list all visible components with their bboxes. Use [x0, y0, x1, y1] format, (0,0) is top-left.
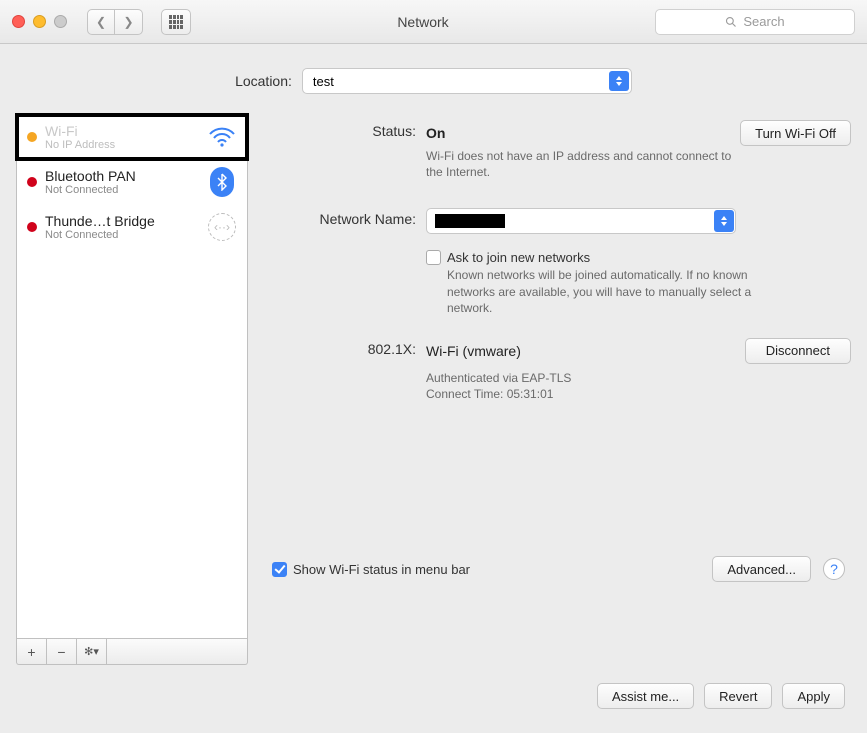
thunderbolt-icon: ‹··› [207, 213, 237, 241]
nav-buttons: ❮ ❯ [87, 9, 143, 35]
minimize-icon[interactable] [33, 15, 46, 28]
interface-options-button[interactable]: ✻▾ [77, 639, 107, 665]
back-button[interactable]: ❮ [87, 9, 115, 35]
bluetooth-icon [207, 167, 237, 197]
close-icon[interactable] [12, 15, 25, 28]
eap-label: 802.1X: [266, 338, 426, 357]
titlebar: ❮ ❯ Network Search [0, 0, 867, 44]
wifi-toggle-button[interactable]: Turn Wi-Fi Off [740, 120, 851, 146]
action-bar: Assist me... Revert Apply [10, 665, 857, 709]
bottom-bar: Show Wi-Fi status in menu bar Advanced..… [266, 556, 851, 582]
traffic-lights [12, 15, 67, 28]
location-label: Location: [235, 73, 292, 89]
location-select[interactable]: test [302, 68, 632, 94]
menubar-checkbox[interactable] [272, 562, 287, 577]
sidebar-item-bluetooth[interactable]: Bluetooth PAN Not Connected [17, 159, 247, 205]
network-name-label: Network Name: [266, 208, 426, 227]
all-prefs-button[interactable] [161, 9, 191, 35]
interfaces-sidebar: Wi-Fi No IP Address Bluetooth PAN Not Co… [16, 114, 248, 639]
eap-time-line: Connect Time: 05:31:01 [426, 386, 746, 402]
chevron-updown-icon [609, 71, 629, 91]
ask-join-help: Known networks will be joined automatica… [447, 267, 767, 316]
search-icon [725, 16, 737, 28]
remove-interface-button[interactable]: − [47, 639, 77, 665]
revert-button[interactable]: Revert [704, 683, 772, 709]
ask-join-row[interactable]: Ask to join new networks [426, 250, 851, 265]
search-input[interactable]: Search [655, 9, 855, 35]
menubar-check-row[interactable]: Show Wi-Fi status in menu bar [272, 562, 470, 577]
location-row: Location: test [10, 68, 857, 94]
network-name-select[interactable] [426, 208, 736, 234]
wifi-icon [207, 126, 237, 148]
interface-name: Bluetooth PAN [45, 168, 199, 184]
window-title: Network [203, 14, 643, 30]
status-dot-icon [27, 222, 37, 232]
status-dot-icon [27, 132, 37, 142]
apply-button[interactable]: Apply [782, 683, 845, 709]
status-value: On [426, 125, 445, 141]
help-button[interactable]: ? [823, 558, 845, 580]
chevron-updown-icon [714, 210, 734, 232]
sidebar-item-thunderbolt[interactable]: Thunde…t Bridge Not Connected ‹··› [17, 205, 247, 249]
status-dot-icon [27, 177, 37, 187]
eap-auth-line: Authenticated via EAP-TLS [426, 370, 746, 386]
add-interface-button[interactable]: + [17, 639, 47, 665]
location-value: test [313, 74, 334, 89]
eap-disconnect-button[interactable]: Disconnect [745, 338, 851, 364]
sidebar-item-wifi[interactable]: Wi-Fi No IP Address [17, 115, 247, 159]
eap-profile: Wi-Fi (vmware) [426, 343, 521, 359]
interface-name: Wi-Fi [45, 123, 199, 139]
ask-join-checkbox[interactable] [426, 250, 441, 265]
interface-status: Not Connected [45, 229, 199, 241]
search-placeholder: Search [743, 14, 784, 29]
advanced-button[interactable]: Advanced... [712, 556, 811, 582]
sidebar-footer: + − ✻▾ [16, 639, 248, 665]
ask-join-label: Ask to join new networks [447, 250, 590, 265]
menubar-check-label: Show Wi-Fi status in menu bar [293, 562, 470, 577]
interface-status: No IP Address [45, 139, 199, 151]
status-help-text: Wi-Fi does not have an IP address and ca… [426, 148, 746, 180]
interface-status: Not Connected [45, 184, 199, 196]
assist-button[interactable]: Assist me... [597, 683, 694, 709]
zoom-icon[interactable] [54, 15, 67, 28]
network-name-value [435, 214, 505, 228]
detail-panel: Status: On Turn Wi-Fi Off Wi-Fi does not… [266, 114, 851, 665]
status-label: Status: [266, 120, 426, 139]
forward-button[interactable]: ❯ [115, 9, 143, 35]
interface-name: Thunde…t Bridge [45, 213, 199, 229]
